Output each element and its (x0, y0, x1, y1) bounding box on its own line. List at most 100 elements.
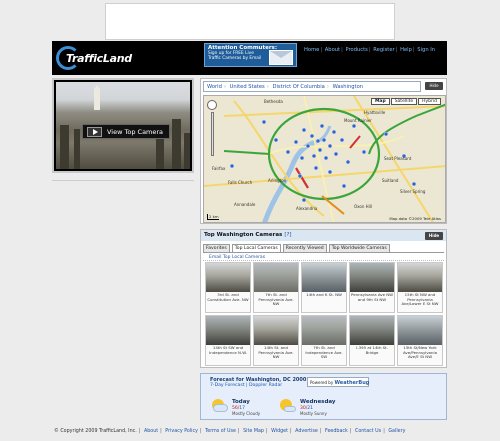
camera-caption: 15th St NW and Pennsylvania Ave/Lower E … (401, 292, 439, 306)
nav-about[interactable]: About (325, 47, 340, 53)
camera-grid: 3rd St. and Constitution Ave. NW 7th St.… (201, 261, 446, 367)
camera-tile[interactable]: I-395 at 14th St. Bridge (349, 315, 395, 366)
map-copyright: Map data ©2009 Tele Atlas (389, 216, 441, 221)
camera-tile[interactable]: 14th St SW and Independence N.W. (205, 315, 251, 366)
camera-caption: 14th St SW and Independence N.W. (209, 345, 247, 355)
map-scale: 2 km (207, 214, 219, 220)
mostly-sunny-icon (278, 399, 296, 413)
place-fairfax: Fairfax (212, 166, 226, 171)
place-mount-rainier: Mount Rainier (344, 118, 372, 123)
view-top-camera-button[interactable]: View Top Camera (82, 124, 170, 139)
camera-thumbnail (350, 263, 394, 292)
zoom-slider[interactable] (210, 112, 214, 156)
camera-tile[interactable]: 15th St NW and Pennsylvania Ave/Lower E … (397, 262, 443, 313)
ad-banner[interactable] (105, 3, 395, 40)
place-bethesda: Bethesda (264, 99, 283, 104)
help-link[interactable]: [?] (284, 232, 291, 238)
place-annandale: Annandale (234, 202, 256, 207)
footer-contact-us[interactable]: Contact Us (355, 429, 381, 434)
nav-help[interactable]: Help (400, 47, 412, 53)
weather-widget: Forecast for Washington, DC 20001 7-Day … (200, 373, 447, 420)
forecast-day-today: Today 56/17 Mostly Cloudy (210, 397, 280, 417)
map-canvas: Bethesda Silver Spring Hyattsville Arlin… (204, 96, 445, 222)
nav-home[interactable]: Home (304, 47, 319, 53)
camera-caption: 7th St. and Pennsylvania Ave. NW (258, 292, 294, 306)
camera-still-image: View Top Camera (56, 82, 190, 169)
camera-thumbnail (302, 263, 346, 292)
footer-privacy-policy[interactable]: Privacy Policy (165, 429, 198, 434)
crumb-united-states[interactable]: United States (230, 84, 265, 90)
tab-top-worldwide-cameras[interactable]: Top Worldwide Cameras (328, 244, 390, 252)
place-falls-church: Falls Church (228, 180, 253, 185)
pan-control[interactable] (207, 100, 217, 110)
powered-by-label: Powered by (310, 380, 334, 385)
footer-widget[interactable]: Widget (271, 429, 288, 434)
hide-map-button[interactable]: Hide (425, 82, 443, 90)
camera-tile[interactable]: Pennsylvania Ave NW and 9th St NW (349, 262, 395, 313)
map-zoom-control[interactable] (207, 100, 217, 162)
camera-caption: 14th and K St. NW (306, 292, 342, 297)
camera-tile[interactable]: 14th St. and Pennsylvania Ave. NW (253, 315, 299, 366)
map-panel: World › United States › District Of Columb… (200, 78, 447, 224)
place-seat-pleasant: Seat Pleasant (384, 156, 412, 161)
camera-caption: 7th St. and Independence Ave. SW (305, 345, 343, 359)
forecast-day-wednesday: Wednesday 30/21 Mostly Sunny (278, 397, 348, 417)
footer-terms-of-use[interactable]: Terms of Use (205, 429, 236, 434)
camera-tile[interactable]: 3rd St. and Constitution Ave. NW (205, 262, 251, 313)
place-arlington: Arlington (268, 178, 287, 183)
map-type-satellite[interactable]: Satellite (390, 98, 418, 105)
camera-tile[interactable]: 7th St. and Pennsylvania Ave. NW (253, 262, 299, 313)
nav-products[interactable]: Products (345, 47, 367, 53)
camera-tabs: Favorites Top Local Cameras Recently Vie… (201, 241, 446, 252)
map-type-switch: Map Satellite Hybrid (370, 98, 441, 105)
top-nav: Home| About| Products| Register| Help| S… (304, 47, 436, 53)
map-type-map[interactable]: Map (370, 98, 390, 105)
footer-copyright: © Copyright 2009 TrafficLand, Inc. (54, 429, 137, 434)
camera-tile[interactable]: 7th St. and Independence Ave. SW (301, 315, 347, 366)
camera-thumbnail (254, 263, 298, 292)
hide-cameras-button[interactable]: Hide (425, 232, 443, 240)
camera-thumbnail (302, 316, 346, 345)
partly-cloudy-icon (210, 399, 228, 413)
nav-sign-in[interactable]: Sign In (417, 47, 435, 53)
crumb-washington[interactable]: Washington (333, 84, 363, 90)
day-name: Wednesday (300, 399, 336, 405)
place-silver-spring: Silver Spring (400, 189, 426, 194)
traffic-map[interactable]: Bethesda Silver Spring Hyattsville Arlin… (203, 95, 446, 223)
video-divider (52, 175, 194, 181)
weatherbug-logo: WeatherBug (334, 380, 370, 386)
footer-feedback[interactable]: Feedback (325, 429, 348, 434)
nav-register[interactable]: Register (373, 47, 394, 53)
site-header: TrafficLand Attention Commuters: Sign up… (52, 41, 447, 75)
camera-caption: Pennsylvania Ave NW and 9th St NW (351, 292, 393, 302)
camera-caption: 15th St/New York Ave/Pennsylvania Ave/E … (402, 345, 437, 359)
camera-caption: 14th St. and Pennsylvania Ave. NW (258, 345, 294, 359)
logo-text: TrafficLand (66, 52, 132, 65)
map-type-hybrid[interactable]: Hybrid (418, 98, 441, 105)
tab-top-local-cameras[interactable]: Top Local Cameras (231, 244, 281, 252)
camera-thumbnail (206, 316, 250, 345)
footer-site-map[interactable]: Site Map (243, 429, 264, 434)
camera-tile[interactable]: 15th St/New York Ave/Pennsylvania Ave/E … (397, 315, 443, 366)
tab-favorites[interactable]: Favorites (203, 244, 230, 252)
weatherbug-badge[interactable]: Powered by WeatherBug (307, 377, 369, 387)
crumb-district-of-columbia[interactable]: District Of Columbia (272, 84, 324, 90)
footer-advertise[interactable]: Advertise (295, 429, 318, 434)
crumb-world[interactable]: World (207, 84, 222, 90)
play-icon (87, 127, 102, 137)
tab-recently-viewed[interactable]: Recently Viewed (282, 244, 327, 252)
trafficland-logo[interactable]: TrafficLand (56, 45, 132, 71)
camera-caption: 3rd St. and Constitution Ave. NW (207, 292, 249, 302)
email-top-cameras-link[interactable]: Email Top Local Cameras (203, 253, 444, 261)
place-oxon-hill: Oxon Hill (354, 204, 372, 209)
video-player[interactable]: View Top Camera (52, 78, 194, 173)
footer-about[interactable]: About (144, 429, 158, 434)
camera-thumbnail (398, 316, 442, 345)
footer-gallery[interactable]: Gallery (388, 429, 405, 434)
day-condition: Mostly Cloudy (232, 411, 261, 416)
weather-links[interactable]: 7-Day Forecast | Doppler Radar (210, 383, 282, 388)
camera-tile[interactable]: 14th and K St. NW (301, 262, 347, 313)
email-signup-promo[interactable]: Attention Commuters: Sign up for FREE Li… (204, 43, 297, 67)
top-cameras-title: Top Washington Cameras (204, 232, 283, 238)
camera-thumbnail (350, 316, 394, 345)
